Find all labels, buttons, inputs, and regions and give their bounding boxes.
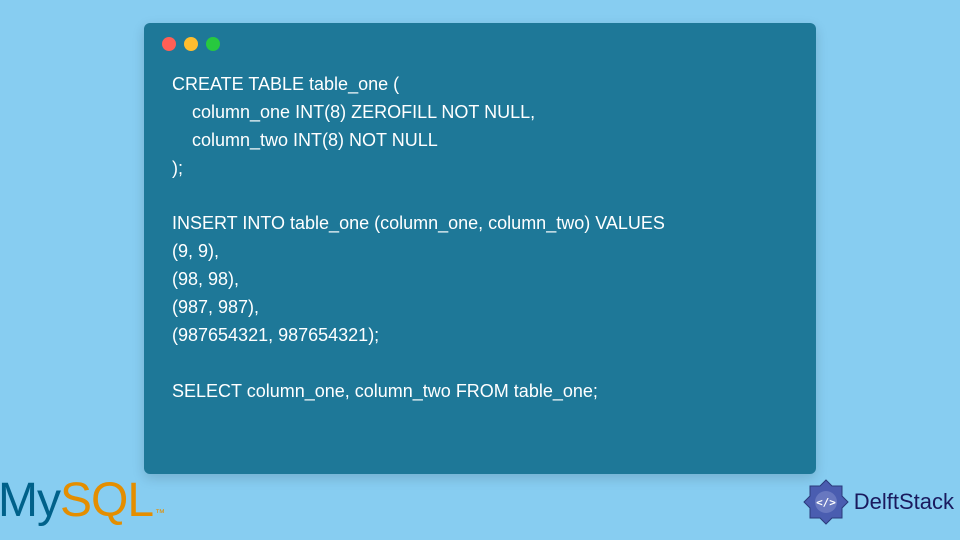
mysql-logo-tm: ™: [155, 508, 165, 519]
window-maximize-dot: [206, 37, 220, 51]
code-line: (9, 9),: [172, 241, 219, 261]
code-line: CREATE TABLE table_one (: [172, 74, 399, 94]
delftstack-logo: </> DelftStack: [802, 478, 954, 526]
window-minimize-dot: [184, 37, 198, 51]
code-line: (98, 98),: [172, 269, 239, 289]
delftstack-text: DelftStack: [854, 489, 954, 515]
svg-text:</>: </>: [816, 496, 836, 509]
code-line: column_one INT(8) ZEROFILL NOT NULL,: [172, 102, 535, 122]
code-content: CREATE TABLE table_one ( column_one INT(…: [144, 65, 816, 426]
mysql-logo: MySQL™: [0, 473, 165, 528]
mysql-logo-sql: SQL: [60, 473, 153, 528]
mysql-logo-my: My: [0, 473, 60, 528]
code-line: (987, 987),: [172, 297, 259, 317]
code-line: INSERT INTO table_one (column_one, colum…: [172, 213, 665, 233]
window-close-dot: [162, 37, 176, 51]
code-line: (987654321, 987654321);: [172, 325, 379, 345]
code-window: CREATE TABLE table_one ( column_one INT(…: [144, 23, 816, 474]
delftstack-icon: </>: [802, 478, 850, 526]
code-line: SELECT column_one, column_two FROM table…: [172, 381, 598, 401]
window-controls: [144, 23, 816, 65]
code-line: );: [172, 158, 183, 178]
code-line: column_two INT(8) NOT NULL: [172, 130, 438, 150]
